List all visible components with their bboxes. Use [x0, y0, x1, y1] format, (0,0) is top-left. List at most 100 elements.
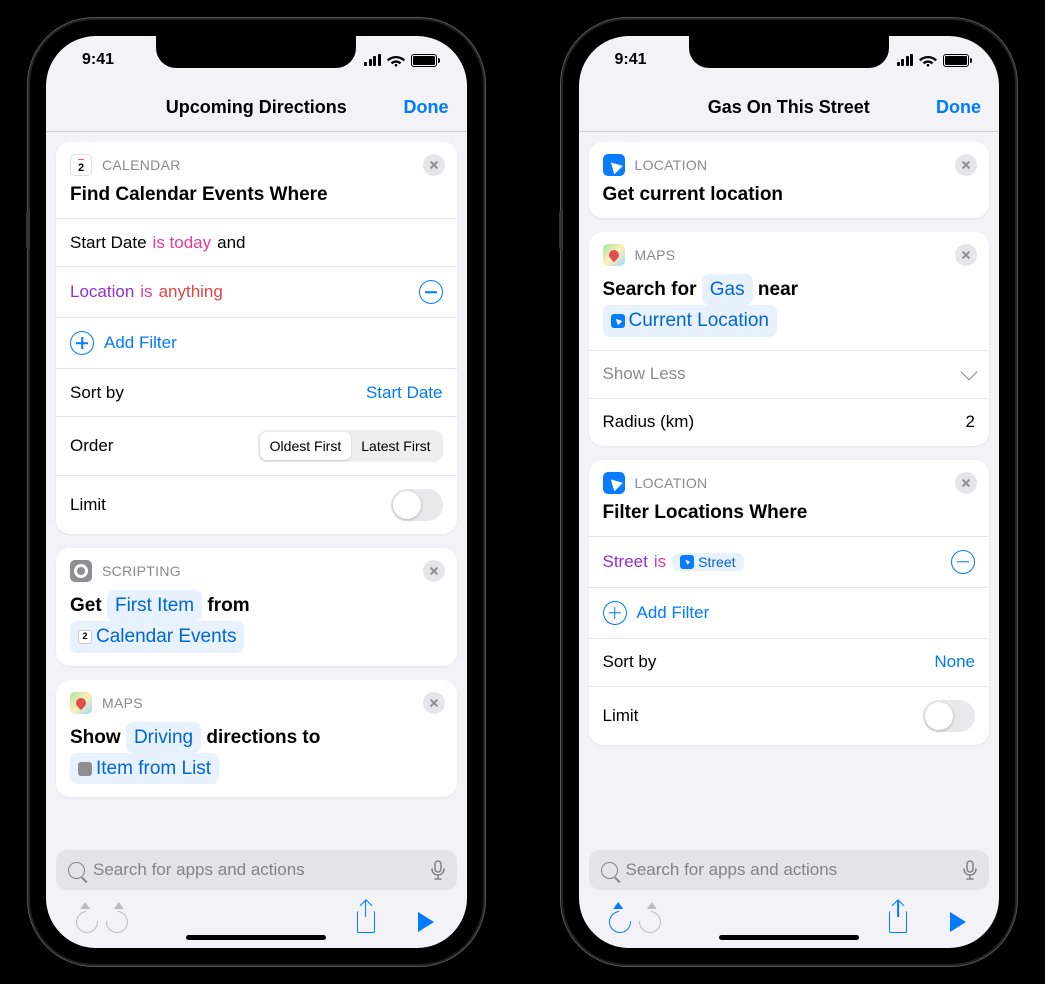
- remove-action-button[interactable]: [423, 154, 445, 176]
- location-icon: [603, 154, 625, 176]
- radius-label: Radius (km): [603, 412, 695, 432]
- undo-button[interactable]: [72, 907, 102, 937]
- limit-row: Limit: [56, 475, 457, 534]
- filter-row[interactable]: Start Date is today and: [56, 218, 457, 266]
- wifi-icon: [387, 54, 405, 67]
- filter-conjunction: and: [217, 233, 245, 253]
- signal-icon: [897, 54, 914, 66]
- filter-operator[interactable]: is today: [153, 233, 212, 253]
- action-word: Get: [70, 595, 102, 616]
- action-title: Get current location: [589, 182, 990, 218]
- action-filter-locations[interactable]: LOCATION Filter Locations Where Street i…: [589, 460, 990, 745]
- sort-value[interactable]: Start Date: [366, 383, 443, 403]
- action-find-calendar-events[interactable]: —2 CALENDAR Find Calendar Events Where S…: [56, 142, 457, 534]
- undo-button[interactable]: [605, 907, 635, 937]
- action-word: directions to: [206, 727, 320, 748]
- limit-row: Limit: [589, 686, 990, 745]
- sort-row[interactable]: Sort by Start Date: [56, 368, 457, 416]
- redo-button[interactable]: [102, 907, 132, 937]
- action-title: Filter Locations Where: [589, 500, 990, 536]
- screen: 9:41 Gas On This Street Done LOCATION Ge…: [579, 36, 1000, 948]
- battery-icon: [943, 54, 969, 67]
- order-segmented[interactable]: Oldest First Latest First: [258, 430, 443, 462]
- limit-toggle[interactable]: [391, 489, 443, 521]
- limit-toggle[interactable]: [923, 700, 975, 732]
- sort-row[interactable]: Sort by None: [589, 638, 990, 686]
- radius-row[interactable]: Radius (km) 2: [589, 398, 990, 446]
- filter-value-variable[interactable]: Street: [672, 553, 743, 571]
- shortcut-editor[interactable]: LOCATION Get current location MAPS Searc…: [579, 132, 1000, 844]
- radius-value[interactable]: 2: [966, 412, 975, 432]
- sort-label: Sort by: [603, 652, 657, 672]
- calendar-icon: —2: [70, 154, 92, 176]
- action-title-composite: Get First Item from Calendar Events: [56, 588, 457, 666]
- home-indicator[interactable]: [719, 935, 859, 940]
- action-get-item-from-list[interactable]: SCRIPTING Get First Item from Calendar E…: [56, 548, 457, 666]
- param-calendar-events[interactable]: Calendar Events: [70, 621, 244, 652]
- show-less-label: Show Less: [603, 364, 686, 384]
- show-less-toggle[interactable]: Show Less: [589, 350, 990, 398]
- run-button[interactable]: [943, 907, 973, 937]
- home-indicator[interactable]: [186, 935, 326, 940]
- action-get-current-location[interactable]: LOCATION Get current location: [589, 142, 990, 218]
- sort-value[interactable]: None: [934, 652, 975, 672]
- filter-operator[interactable]: is: [140, 282, 152, 302]
- action-show-directions[interactable]: MAPS Show Driving directions to Item fro…: [56, 680, 457, 798]
- action-title-composite: Show Driving directions to Item from Lis…: [56, 720, 457, 798]
- screen: 9:41 Upcoming Directions Done —2 CALENDA…: [46, 36, 467, 948]
- page-title: Gas On This Street: [708, 97, 870, 118]
- redo-button[interactable]: [635, 907, 665, 937]
- remove-action-button[interactable]: [423, 560, 445, 582]
- action-category-label: MAPS: [102, 695, 143, 711]
- order-row: Order Oldest First Latest First: [56, 416, 457, 475]
- bottom-toolbar: [579, 896, 1000, 948]
- status-indicators: [897, 54, 970, 67]
- maps-icon: [70, 692, 92, 714]
- add-filter-label: Add Filter: [104, 333, 177, 353]
- share-button[interactable]: [351, 907, 381, 937]
- segment-oldest-first[interactable]: Oldest First: [260, 432, 352, 460]
- filter-field[interactable]: Street: [603, 552, 648, 572]
- filter-value[interactable]: anything: [159, 282, 223, 302]
- page-title: Upcoming Directions: [166, 97, 347, 118]
- add-filter-row[interactable]: Add Filter: [56, 317, 457, 368]
- search-placeholder: Search for apps and actions: [93, 860, 423, 880]
- search-input[interactable]: Search for apps and actions: [56, 850, 457, 890]
- param-first-item[interactable]: First Item: [107, 590, 202, 621]
- dictate-icon[interactable]: [963, 860, 977, 880]
- action-search-local-businesses[interactable]: MAPS Search for Gas near Current Locatio…: [589, 232, 990, 446]
- plus-icon: [603, 601, 627, 625]
- filter-row[interactable]: Location is anything: [56, 266, 457, 317]
- remove-action-button[interactable]: [955, 472, 977, 494]
- add-filter-label: Add Filter: [637, 603, 710, 623]
- param-gas[interactable]: Gas: [702, 274, 753, 305]
- device-frame: 9:41 Upcoming Directions Done —2 CALENDA…: [30, 20, 483, 964]
- remove-action-button[interactable]: [423, 692, 445, 714]
- remove-filter-button[interactable]: [951, 550, 975, 574]
- param-current-location[interactable]: Current Location: [603, 305, 777, 336]
- search-icon: [601, 862, 618, 879]
- filter-row[interactable]: Street is Street: [589, 536, 990, 587]
- search-icon: [68, 862, 85, 879]
- add-filter-row[interactable]: Add Filter: [589, 587, 990, 638]
- action-category-label: SCRIPTING: [102, 563, 181, 579]
- remove-filter-button[interactable]: [419, 280, 443, 304]
- bottom-toolbar: [46, 896, 467, 948]
- dictate-icon[interactable]: [431, 860, 445, 880]
- share-button[interactable]: [883, 907, 913, 937]
- shortcut-editor[interactable]: —2 CALENDAR Find Calendar Events Where S…: [46, 132, 467, 844]
- filter-operator[interactable]: is: [654, 552, 666, 572]
- run-button[interactable]: [411, 907, 441, 937]
- filter-field[interactable]: Location: [70, 282, 134, 302]
- done-button[interactable]: Done: [936, 97, 981, 118]
- param-item-from-list[interactable]: Item from List: [70, 753, 219, 784]
- param-driving[interactable]: Driving: [126, 722, 201, 753]
- notch: [689, 36, 889, 68]
- filter-field[interactable]: Start Date: [70, 233, 147, 253]
- segment-latest-first[interactable]: Latest First: [351, 432, 440, 460]
- search-input[interactable]: Search for apps and actions: [589, 850, 990, 890]
- remove-action-button[interactable]: [955, 244, 977, 266]
- done-button[interactable]: Done: [404, 97, 449, 118]
- plus-icon: [70, 331, 94, 355]
- remove-action-button[interactable]: [955, 154, 977, 176]
